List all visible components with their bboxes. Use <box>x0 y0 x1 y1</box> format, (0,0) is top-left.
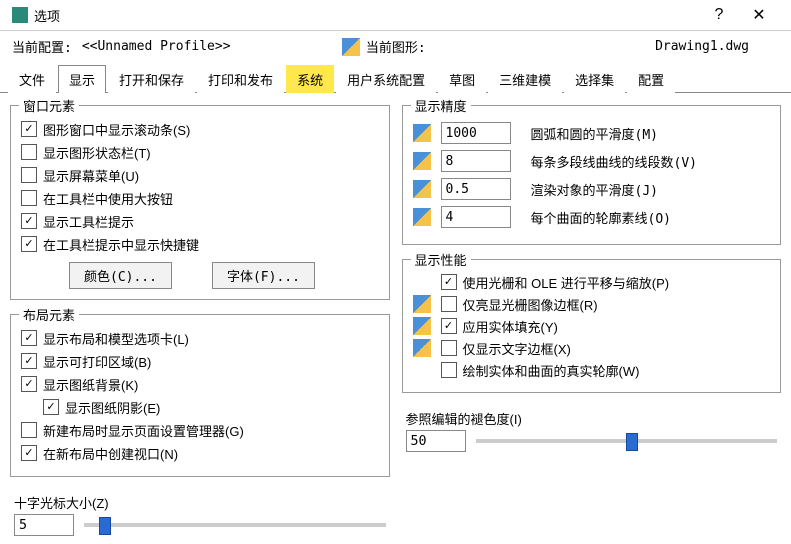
tab-2[interactable]: 打开和保存 <box>108 65 195 93</box>
crosshair-slider[interactable] <box>84 523 386 527</box>
chk-raster-ole[interactable] <box>441 274 457 290</box>
segments-label: 每条多段线曲线的线段数(V) <box>531 152 697 171</box>
font-button[interactable]: 字体(F)... <box>212 262 315 289</box>
crosshair-section: 十字光标大小(Z) <box>10 485 390 536</box>
legend: 显示性能 <box>411 250 471 269</box>
close-button[interactable]: ✕ <box>739 5 779 25</box>
drawing-label: 当前图形: <box>366 37 426 56</box>
lbl-viewport: 在新布局中创建视口(N) <box>43 444 178 463</box>
legend: 布局元素 <box>19 305 79 324</box>
lbl-printable: 显示可打印区域(B) <box>43 352 151 371</box>
refedit-input[interactable] <box>406 430 466 452</box>
drawing-icon <box>413 152 431 170</box>
crosshair-input[interactable] <box>14 514 74 536</box>
chk-statusbar[interactable] <box>21 144 37 160</box>
chk-viewport[interactable] <box>21 445 37 461</box>
arc-input[interactable] <box>441 122 511 144</box>
chk-largebtn[interactable] <box>21 190 37 206</box>
drawing-icon <box>413 317 431 335</box>
chk-text-frame[interactable] <box>441 340 457 356</box>
render-input[interactable] <box>441 178 511 200</box>
chk-printable[interactable] <box>21 353 37 369</box>
refedit-section: 参照编辑的褪色度(I) <box>402 401 782 452</box>
app-icon <box>12 7 28 23</box>
lbl-screenmenu: 显示屏幕菜单(U) <box>43 166 139 185</box>
tab-8[interactable]: 选择集 <box>564 65 625 93</box>
contour-label: 每个曲面的轮廓素线(O) <box>531 208 671 227</box>
drawing-icon <box>413 208 431 226</box>
segments-input[interactable] <box>441 150 511 172</box>
window-title: 选项 <box>34 6 60 25</box>
chk-papershadow[interactable] <box>43 399 59 415</box>
chk-paperbg[interactable] <box>21 376 37 392</box>
tab-0[interactable]: 文件 <box>8 65 56 93</box>
tab-3[interactable]: 打印和发布 <box>197 65 284 93</box>
chk-scrollbar[interactable] <box>21 121 37 137</box>
drawing-icon <box>413 295 431 313</box>
lbl-papershadow: 显示图纸阴影(E) <box>65 398 160 417</box>
drawing-icon <box>342 38 360 56</box>
lbl-scrollbar: 图形窗口中显示滚动条(S) <box>43 120 190 139</box>
drawing-icon <box>413 339 431 357</box>
crosshair-label: 十字光标大小(Z) <box>14 493 390 512</box>
chk-solid-fill[interactable] <box>441 318 457 334</box>
group-layout-elements: 布局元素 显示布局和模型选项卡(L) 显示可打印区域(B) 显示图纸背景(K) … <box>10 314 390 477</box>
group-precision: 显示精度 圆弧和圆的平滑度(M) 每条多段线曲线的线段数(V) 渲染对象的平滑度… <box>402 105 782 245</box>
lbl-shortcut: 在工具栏提示中显示快捷键 <box>43 235 199 254</box>
refedit-label: 参照编辑的褪色度(I) <box>406 409 782 428</box>
lbl-true-sil: 绘制实体和曲面的真实轮廓(W) <box>463 361 640 380</box>
group-performance: 显示性能 使用光栅和 OLE 进行平移与缩放(P) 仅亮显光栅图像边框(R) 应… <box>402 259 782 393</box>
help-button[interactable]: ? <box>699 6 739 24</box>
tab-1[interactable]: 显示 <box>58 65 106 93</box>
chk-raster-frame[interactable] <box>441 296 457 312</box>
lbl-largebtn: 在工具栏中使用大按钮 <box>43 189 173 208</box>
tab-7[interactable]: 三维建模 <box>488 65 562 93</box>
profile-label: 当前配置: <box>12 37 72 56</box>
lbl-paperbg: 显示图纸背景(K) <box>43 375 138 394</box>
tab-9[interactable]: 配置 <box>627 65 675 93</box>
arc-label: 圆弧和圆的平滑度(M) <box>531 124 658 143</box>
lbl-solid-fill: 应用实体填充(Y) <box>463 317 558 336</box>
tab-strip: 文件显示打开和保存打印和发布系统用户系统配置草图三维建模选择集配置 <box>0 64 791 93</box>
color-button[interactable]: 颜色(C)... <box>69 262 172 289</box>
chk-layout-tabs[interactable] <box>21 330 37 346</box>
lbl-raster-ole: 使用光栅和 OLE 进行平移与缩放(P) <box>463 273 670 292</box>
tab-5[interactable]: 用户系统配置 <box>336 65 436 93</box>
group-window-elements: 窗口元素 图形窗口中显示滚动条(S) 显示图形状态栏(T) 显示屏幕菜单(U) … <box>10 105 390 300</box>
header-row: 当前配置: <<Unnamed Profile>> 当前图形: Drawing1… <box>0 31 791 62</box>
drawing-icon <box>413 124 431 142</box>
lbl-text-frame: 仅显示文字边框(X) <box>463 339 571 358</box>
chk-screenmenu[interactable] <box>21 167 37 183</box>
lbl-raster-frame: 仅亮显光栅图像边框(R) <box>463 295 598 314</box>
title-bar: 选项 ? ✕ <box>0 0 791 31</box>
lbl-statusbar: 显示图形状态栏(T) <box>43 143 151 162</box>
legend: 显示精度 <box>411 96 471 115</box>
chk-tooltips[interactable] <box>21 213 37 229</box>
chk-shortcut[interactable] <box>21 236 37 252</box>
drawing-icon <box>413 180 431 198</box>
lbl-tooltips: 显示工具栏提示 <box>43 212 134 231</box>
profile-value: <<Unnamed Profile>> <box>82 39 342 54</box>
lbl-pagesetup: 新建布局时显示页面设置管理器(G) <box>43 421 244 440</box>
chk-true-sil[interactable] <box>441 362 457 378</box>
drawing-value: Drawing1.dwg <box>655 39 749 54</box>
chk-pagesetup[interactable] <box>21 422 37 438</box>
contour-input[interactable] <box>441 206 511 228</box>
tab-4[interactable]: 系统 <box>286 65 334 93</box>
tab-6[interactable]: 草图 <box>438 65 486 93</box>
refedit-slider[interactable] <box>476 439 778 443</box>
lbl-layout-tabs: 显示布局和模型选项卡(L) <box>43 329 189 348</box>
render-label: 渲染对象的平滑度(J) <box>531 180 658 199</box>
legend: 窗口元素 <box>19 96 79 115</box>
